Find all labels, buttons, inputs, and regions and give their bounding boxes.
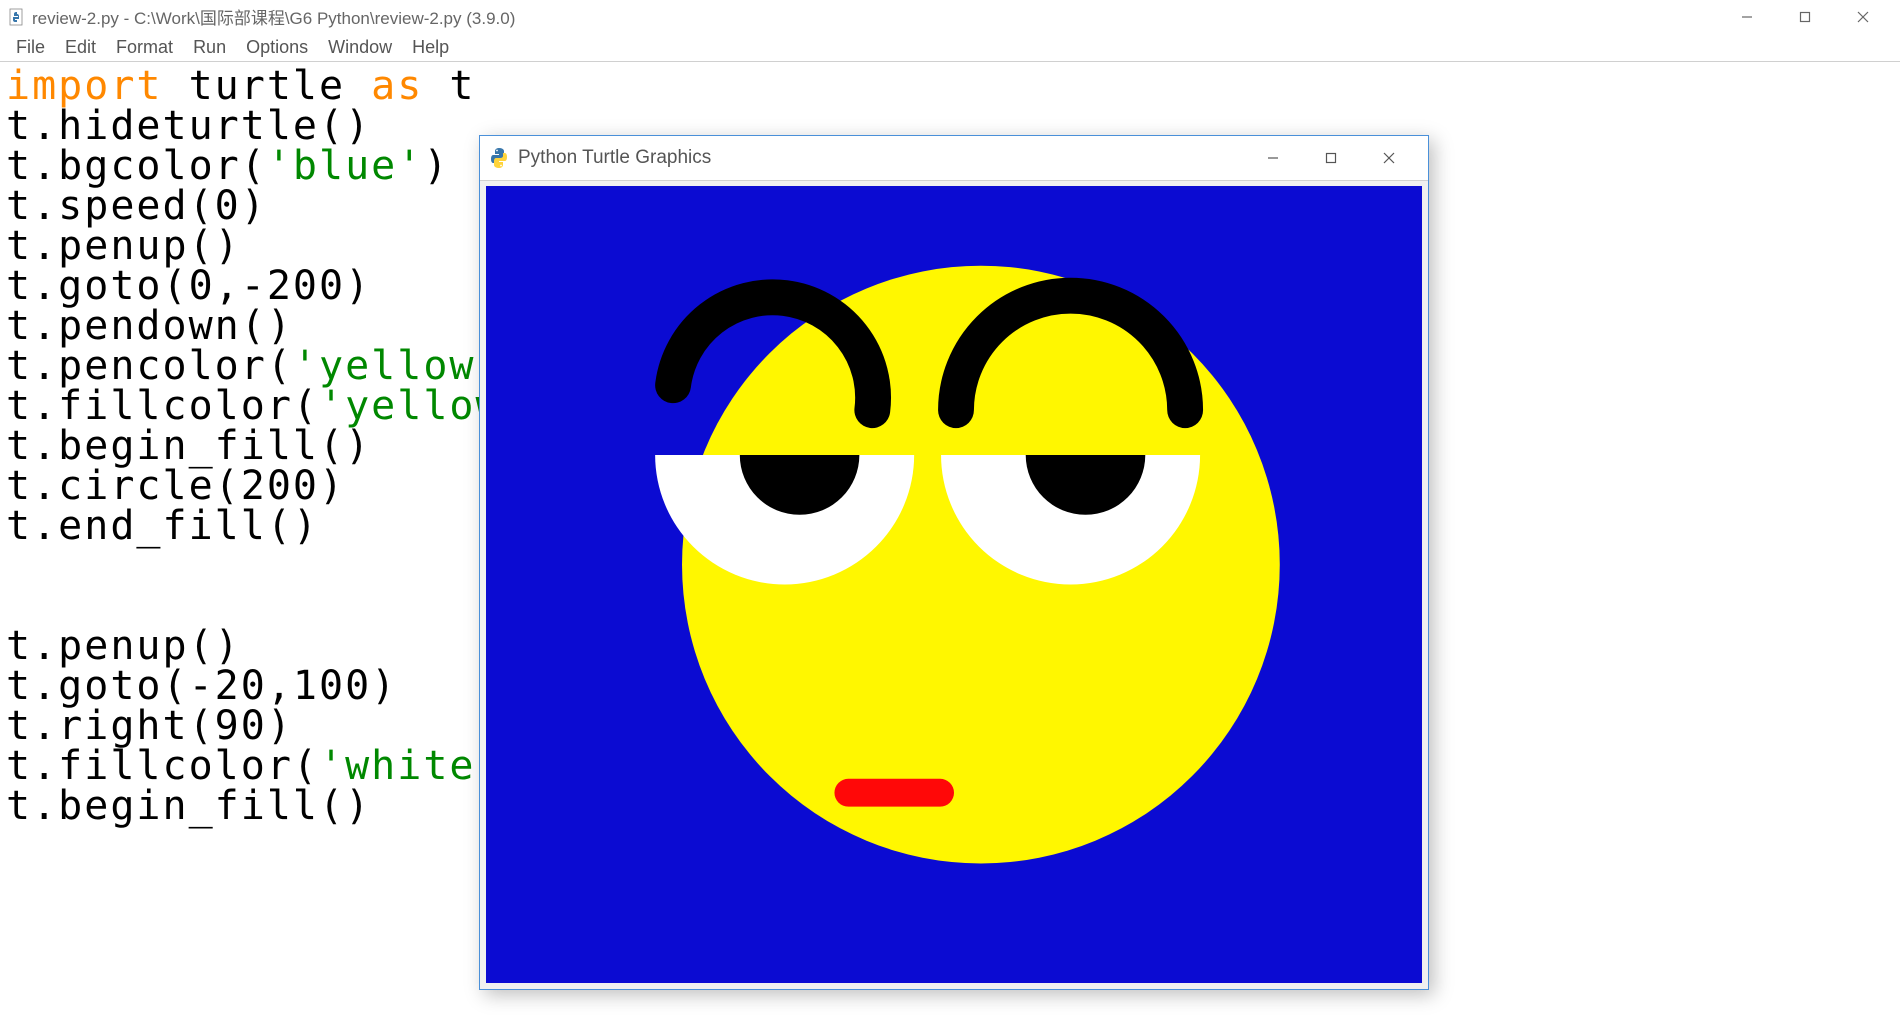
menu-file[interactable]: File <box>6 35 55 60</box>
maximize-button[interactable] <box>1776 0 1834 34</box>
turtle-titlebar: Python Turtle Graphics <box>480 136 1428 181</box>
main-window-title: review-2.py - C:\Work\国际部课程\G6 Python\re… <box>32 4 1718 29</box>
menu-window[interactable]: Window <box>318 35 402 60</box>
turtle-maximize-button[interactable] <box>1302 138 1360 178</box>
close-button[interactable] <box>1834 0 1892 34</box>
code-text: ) <box>423 143 449 189</box>
turtle-drawing <box>486 186 1422 983</box>
turtle-graphics-window: Python Turtle Graphics <box>479 135 1429 990</box>
turtle-window-controls <box>1244 138 1418 178</box>
mouth <box>834 779 954 807</box>
turtle-close-button[interactable] <box>1360 138 1418 178</box>
code-line: t.end_fill() <box>6 503 319 549</box>
code-text: t <box>423 63 475 109</box>
keyword-as: as <box>371 63 423 109</box>
turtle-minimize-button[interactable] <box>1244 138 1302 178</box>
menu-help[interactable]: Help <box>402 35 459 60</box>
minimize-button[interactable] <box>1718 0 1776 34</box>
code-line: t.begin_fill() <box>6 783 371 829</box>
string-literal: 'blue' <box>267 143 424 189</box>
turtle-window-title: Python Turtle Graphics <box>518 147 1244 169</box>
menu-run[interactable]: Run <box>183 35 236 60</box>
turtle-canvas <box>486 186 1422 983</box>
menu-format[interactable]: Format <box>106 35 183 60</box>
main-titlebar: review-2.py - C:\Work\国际部课程\G6 Python\re… <box>0 0 1900 34</box>
python-file-icon <box>8 8 26 26</box>
menubar: File Edit Format Run Options Window Help <box>0 34 1900 62</box>
python-icon <box>490 146 508 170</box>
menu-options[interactable]: Options <box>236 35 318 60</box>
main-window-controls <box>1718 0 1892 34</box>
menu-edit[interactable]: Edit <box>55 35 106 60</box>
